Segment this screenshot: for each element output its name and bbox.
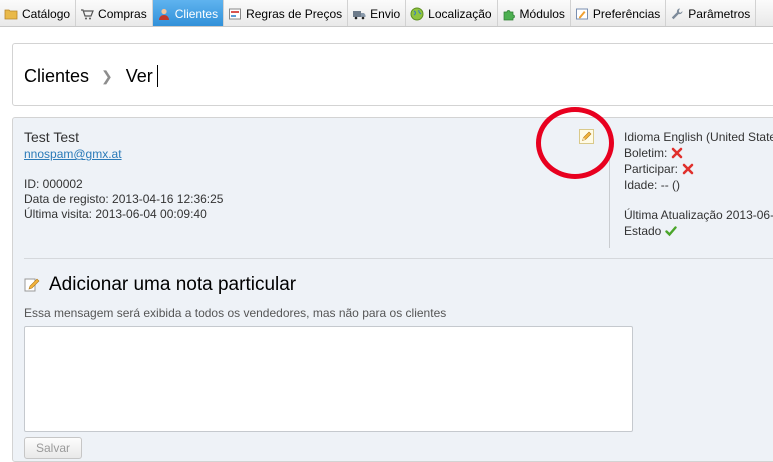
nav-label: Envio bbox=[370, 6, 401, 21]
user-icon bbox=[158, 8, 169, 20]
age-row: Idade: -- () bbox=[624, 177, 773, 193]
page-header: Clientes ❯ Ver bbox=[12, 43, 773, 106]
nav-label: Compras bbox=[98, 6, 147, 21]
newsletter-row: Boletim: bbox=[624, 145, 773, 161]
page-title: Ver bbox=[125, 65, 153, 86]
nav-item-catalogo[interactable]: Catálogo bbox=[0, 0, 77, 26]
optin-label: Participar: bbox=[624, 162, 679, 176]
customer-email-link[interactable]: nnospam@gmx.at bbox=[24, 147, 122, 161]
section-divider bbox=[24, 258, 773, 259]
nav-item-compras[interactable]: Compras bbox=[76, 0, 153, 26]
status-row: Estado bbox=[624, 223, 773, 239]
nav-item-regras-de-precos[interactable]: Regras de Preços bbox=[224, 0, 349, 26]
cart-icon bbox=[81, 8, 94, 19]
last-visit: Última visita: 2013-06-04 00:09:40 bbox=[24, 207, 207, 221]
chevron-right-icon: ❯ bbox=[101, 67, 113, 84]
language-row: Idioma English (United States) bbox=[624, 129, 773, 145]
age-label: Idade: -- () bbox=[624, 178, 681, 192]
customer-id: ID: 000002 bbox=[24, 177, 83, 191]
last-update-row: Última Atualização 2013-06-04 bbox=[624, 207, 773, 223]
breadcrumb-section[interactable]: Clientes bbox=[24, 66, 89, 87]
wrench-icon bbox=[672, 7, 683, 19]
breadcrumb: Clientes ❯ Ver bbox=[24, 65, 158, 87]
last-update-label: Última Atualização 2013-06-04 bbox=[624, 208, 773, 222]
customer-details: Idioma English (United States) Boletim: … bbox=[624, 129, 773, 239]
status-label: Estado bbox=[624, 224, 662, 238]
check-icon bbox=[665, 226, 678, 237]
nav-label: Módulos bbox=[519, 6, 565, 21]
note-pencil-icon bbox=[24, 278, 40, 292]
customer-name: Test Test bbox=[24, 129, 79, 145]
nav-label: Parâmetros bbox=[688, 6, 751, 21]
text-cursor bbox=[156, 65, 158, 87]
cross-icon bbox=[682, 163, 694, 175]
nav-item-clientes[interactable]: Clientes bbox=[152, 0, 225, 26]
nav-item-modulos[interactable]: Módulos bbox=[498, 0, 571, 26]
optin-row: Participar: bbox=[624, 161, 773, 177]
cross-icon bbox=[672, 147, 683, 159]
language-label: Idioma English (United States) bbox=[624, 130, 773, 144]
folder-icon bbox=[4, 9, 18, 19]
top-navigation: Catálogo Compras Clientes Regras de Preç… bbox=[0, 0, 773, 27]
nav-item-parametros[interactable]: Parâmetros bbox=[666, 0, 757, 26]
newsletter-label: Boletim: bbox=[624, 146, 668, 160]
nav-item-localizacao[interactable]: Localização bbox=[406, 0, 498, 26]
nav-label: Regras de Preços bbox=[246, 6, 343, 21]
nav-label: Localização bbox=[428, 6, 492, 21]
preferences-icon bbox=[575, 8, 588, 19]
customer-panel: Test Test nnospam@gmx.at ID: 000002 Data… bbox=[12, 117, 773, 462]
nav-item-preferencias[interactable]: Preferências bbox=[571, 0, 667, 26]
private-note-textarea[interactable] bbox=[24, 326, 633, 432]
nav-label: Preferências bbox=[592, 6, 661, 21]
nav-item-envio[interactable]: Envio bbox=[348, 0, 407, 26]
note-title-text: Adicionar uma nota particular bbox=[49, 274, 297, 295]
price-rules-icon bbox=[229, 8, 242, 19]
note-section-title: Adicionar uma nota particular bbox=[24, 274, 296, 296]
nav-label: Catálogo bbox=[22, 6, 71, 21]
truck-icon bbox=[353, 10, 366, 19]
globe-icon bbox=[410, 7, 424, 20]
note-description: Essa mensagem será exibida a todos os ve… bbox=[24, 306, 447, 320]
nav-label: Clientes bbox=[174, 6, 219, 21]
highlight-circle-annotation bbox=[536, 107, 614, 179]
save-note-button[interactable]: Salvar bbox=[24, 437, 82, 459]
puzzle-icon bbox=[503, 9, 515, 20]
registration-date: Data de registo: 2013-04-16 12:36:25 bbox=[24, 192, 224, 206]
